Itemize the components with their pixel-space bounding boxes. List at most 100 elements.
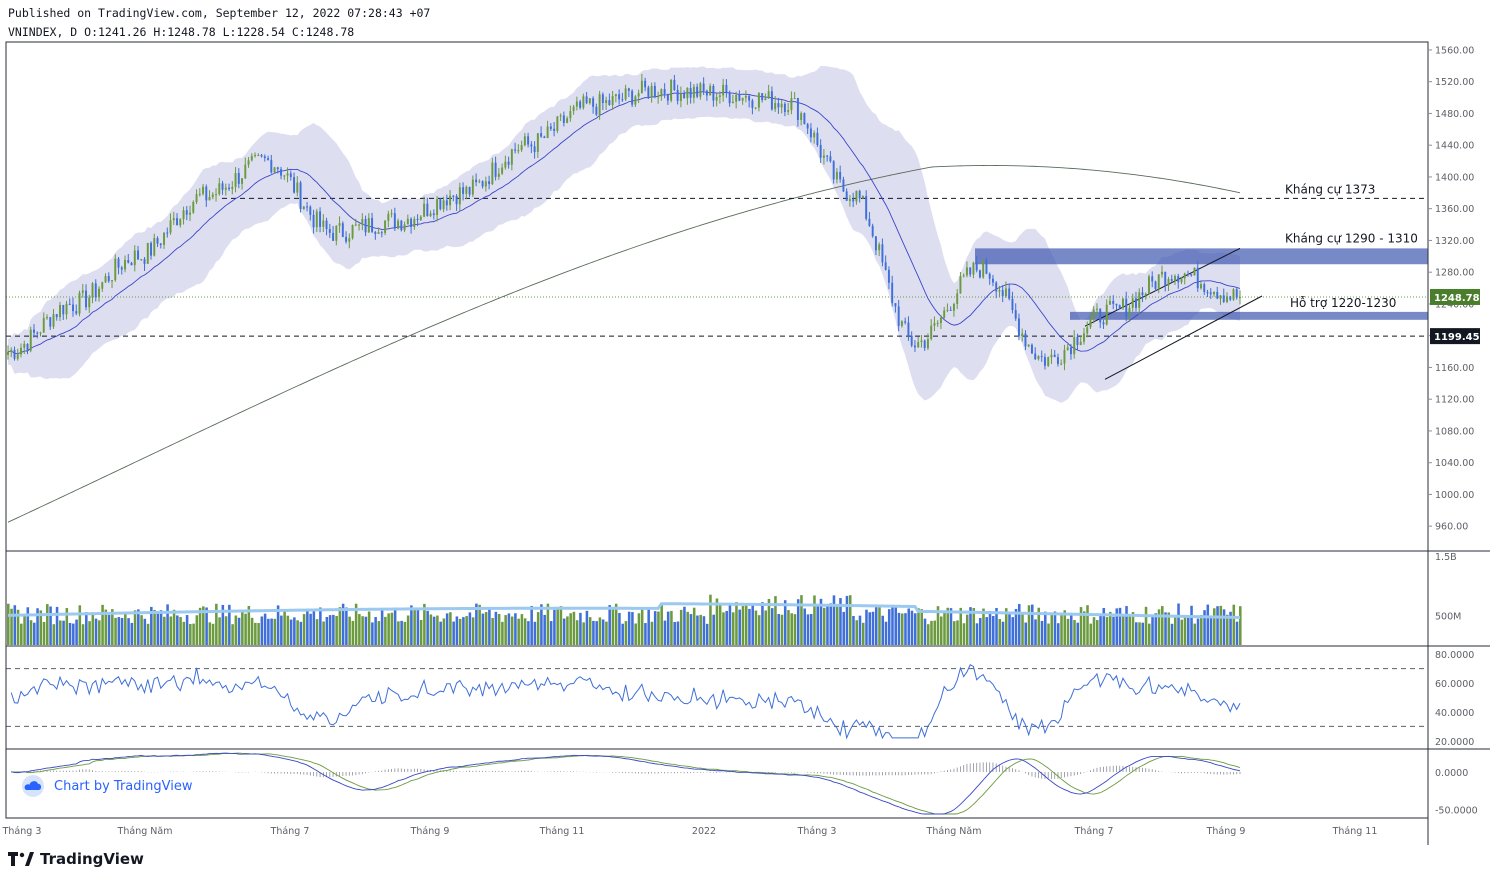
volume-bar xyxy=(1095,620,1099,645)
volume-bar xyxy=(514,613,517,645)
rsi-tick-label: 40.0000 xyxy=(1435,708,1474,719)
candle xyxy=(1232,288,1235,301)
volume-bar xyxy=(133,610,137,645)
volume-bar xyxy=(442,618,446,645)
volume-bar xyxy=(260,616,264,645)
candle xyxy=(341,221,344,238)
volume-bar xyxy=(1024,622,1028,645)
volume-bar xyxy=(1180,619,1184,645)
chart-by-tradingview[interactable]: Chart by TradingView xyxy=(20,772,210,800)
volume-bar xyxy=(351,620,355,645)
rsi-tick-label: 60.0000 xyxy=(1435,679,1474,690)
volume-bar xyxy=(393,607,397,645)
volume-bar xyxy=(855,620,858,645)
volume-bar xyxy=(523,618,527,645)
volume-bar xyxy=(874,606,878,645)
volume-bar xyxy=(556,607,559,645)
volume-bar xyxy=(822,607,826,645)
volume-bar xyxy=(335,615,338,645)
volume-bar xyxy=(296,620,299,645)
volume-bar xyxy=(484,612,488,645)
volume-bar xyxy=(224,616,228,645)
volume-bar xyxy=(1144,606,1148,645)
volume-bar xyxy=(517,618,520,645)
volume-bar xyxy=(631,612,634,645)
volume-bar xyxy=(709,594,712,645)
price-tick-label: 1520.00 xyxy=(1435,77,1474,88)
volume-bar xyxy=(208,622,212,645)
volume-bar xyxy=(897,612,901,645)
volume-bar xyxy=(1034,619,1037,645)
volume-bar xyxy=(699,614,702,645)
volume-bar xyxy=(787,610,790,645)
volume-bar xyxy=(1060,613,1063,645)
support-zone xyxy=(1070,311,1428,320)
volume-bar xyxy=(1076,622,1080,645)
volume-bar xyxy=(865,609,868,645)
volume-bar xyxy=(33,622,36,645)
volume-bar xyxy=(917,608,920,645)
volume-bar xyxy=(88,621,91,645)
volume-bar xyxy=(1086,605,1089,645)
time-tick-label: Tháng 7 xyxy=(270,826,310,837)
volume-bar xyxy=(728,605,732,645)
volume-bar xyxy=(644,623,647,645)
footer-brand[interactable]: TradingView xyxy=(8,850,144,868)
volume-bar xyxy=(406,615,410,645)
volume-bar xyxy=(679,609,683,645)
volume-bar xyxy=(1017,604,1021,645)
volume-bar xyxy=(588,617,592,645)
volume-bar xyxy=(72,623,75,645)
volume-bar xyxy=(543,614,546,645)
time-tick-label: 2022 xyxy=(692,826,716,837)
volume-bar xyxy=(1008,612,1011,645)
macd-tick-label: -50.0000 xyxy=(1435,806,1478,817)
volume-bar xyxy=(468,612,472,645)
volume-bar xyxy=(1073,620,1076,645)
volume-bar xyxy=(943,610,946,645)
volume-bar xyxy=(1105,617,1109,645)
volume-bar xyxy=(1053,611,1057,645)
volume-bar xyxy=(46,604,49,645)
candle xyxy=(192,200,195,214)
volume-bar xyxy=(358,614,361,645)
volume-bar xyxy=(510,616,514,645)
volume-bar xyxy=(618,612,621,645)
time-tick-label: Tháng 3 xyxy=(797,826,837,837)
rsi-tick-label: 80.0000 xyxy=(1435,650,1474,661)
volume-bar xyxy=(254,622,257,645)
volume-bar xyxy=(231,624,234,645)
volume-bar xyxy=(400,620,403,645)
volume-bar xyxy=(735,602,738,645)
candle xyxy=(29,326,32,353)
candle xyxy=(631,89,634,108)
candle xyxy=(803,112,806,125)
candle xyxy=(1047,356,1050,368)
volume-bar xyxy=(1151,616,1154,645)
chart-area[interactable]: Kháng cự 1373 Kháng cự 1290 - 1310 Hỗ trợ … xyxy=(0,0,1490,880)
volume-bar xyxy=(283,609,286,645)
volume-bar xyxy=(1206,604,1210,645)
volume-bar xyxy=(705,623,709,645)
volume-bar xyxy=(234,615,238,645)
volume-bar xyxy=(62,620,65,645)
volume-bar xyxy=(553,609,556,645)
volume-bar xyxy=(166,604,169,645)
volume-bar xyxy=(647,609,650,645)
volume-bar xyxy=(410,605,413,645)
candle xyxy=(146,242,149,264)
volume-bar xyxy=(852,615,855,645)
volume-bar xyxy=(702,616,706,645)
candle xyxy=(670,78,673,103)
volume-bar xyxy=(744,604,748,645)
volume-bar xyxy=(481,613,485,645)
volume-bar xyxy=(501,621,504,645)
volume-bar xyxy=(364,616,368,645)
cloud-icon xyxy=(22,775,44,797)
volume-bar xyxy=(871,611,875,645)
volume-bar xyxy=(286,615,290,645)
volume-bar xyxy=(689,614,693,645)
volume-bar xyxy=(595,621,598,645)
rsi-tick-label: 20.0000 xyxy=(1435,737,1474,748)
volume-bar xyxy=(270,618,273,645)
